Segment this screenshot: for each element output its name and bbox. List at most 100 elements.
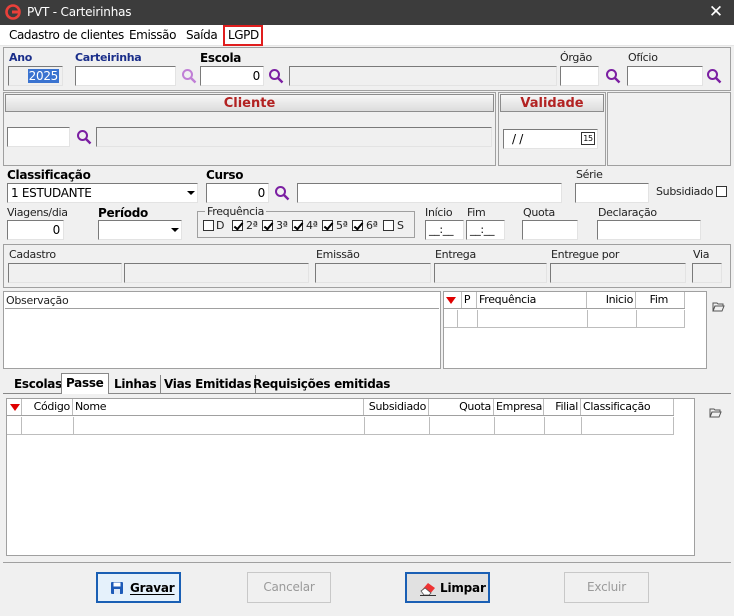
entrega-label: Entrega [435,248,476,261]
observacao-label: Observação [6,294,69,307]
freq-s-label: S [397,219,404,232]
photo-panel [607,92,731,166]
calendar-icon[interactable]: 15 [581,132,595,145]
oficio-field[interactable] [627,66,703,86]
gravar-button[interactable]: Gravar [96,572,181,603]
freq-3-checkbox[interactable] [262,220,273,231]
passe-col-codigo[interactable]: Código [21,399,73,415]
limpar-button[interactable]: Limpar [405,572,490,603]
orgao-label: Órgão [560,51,592,64]
carteirinha-field[interactable] [75,66,176,86]
carteirinha-label: Carteirinha [75,51,142,64]
observacao-textarea[interactable] [5,308,439,367]
periodo-select[interactable] [98,220,182,240]
escola-code-field[interactable]: 0 [200,66,264,86]
subsidiado-label: Subsidiado [656,185,714,198]
entregue-por-field [550,263,686,283]
cancelar-button[interactable]: Cancelar [247,572,331,603]
passe-col-subsidiado[interactable]: Subsidiado [364,399,429,415]
menu-emissao[interactable]: Emissão [129,28,176,42]
tab-linhas[interactable]: Linhas [110,375,162,394]
cancelar-label: Cancelar [263,580,315,594]
folder-open-icon[interactable] [712,301,725,312]
ano-field[interactable]: 2025 [8,66,63,86]
window-title: PVT - Carteirinhas [27,5,132,19]
save-icon [111,582,123,594]
inicio-field[interactable]: __:__ [425,220,464,240]
ano-label: Ano [9,51,33,64]
freq-2-checkbox[interactable] [232,220,243,231]
freq-grid-header: P Frequência Inicio Fim [444,292,685,309]
passe-col-nome[interactable]: Nome [73,399,364,415]
ano-value: 2025 [27,69,59,83]
via-field [692,263,722,283]
tab-vias-emitidas[interactable]: Vias Emitidas [160,375,257,394]
quota-field[interactable] [522,220,578,240]
curso-code-field[interactable]: 0 [206,183,269,203]
classificacao-label: Classificação [7,168,91,182]
freq-s-checkbox[interactable] [383,220,394,231]
cliente-code-field[interactable] [7,127,70,147]
emissao-label: Emissão [316,248,360,261]
freq-col-inicio[interactable]: Inicio [587,292,636,308]
sort-indicator-icon [446,297,456,304]
oficio-search-icon[interactable] [706,68,722,84]
entregue-por-label: Entregue por [551,248,620,261]
carteirinha-search-icon[interactable] [181,68,197,84]
cliente-search-icon[interactable] [76,129,92,145]
menu-saida[interactable]: Saída [186,28,218,42]
freq-5-checkbox[interactable] [322,220,333,231]
tab-passe[interactable]: Passe [61,373,109,394]
folder-open-icon[interactable] [709,407,722,418]
menu-cadastro-de-clientes[interactable]: Cadastro de clientes [9,28,124,42]
limpar-label: Limpar [440,581,486,595]
sort-indicator-icon [10,404,20,411]
frequencia-label: Frequência [205,205,267,218]
tab-requisicoes-emitidas[interactable]: Requisições emitidas [249,375,394,394]
serie-field[interactable] [575,183,649,203]
table-row[interactable] [444,310,685,328]
cliente-header: Cliente [5,94,494,112]
quota-label: Quota [523,206,555,219]
freq-col-fim[interactable]: Fim [636,292,685,308]
declaracao-label: Declaração [598,206,657,219]
escola-name-field [289,66,557,86]
escola-search-icon[interactable] [268,68,284,84]
fim-field[interactable]: __:__ [466,220,505,240]
passe-col-classificacao[interactable]: Classificação [581,399,674,415]
freq-col-frequencia[interactable]: Frequência [477,292,587,308]
passe-col-empresa[interactable]: Empresa [494,399,544,415]
escola-label: Escola [200,51,242,65]
orgao-search-icon[interactable] [605,68,621,84]
freq-6-checkbox[interactable] [352,220,363,231]
freq-col-p[interactable]: P [458,292,477,308]
excluir-button[interactable]: Excluir [564,572,649,603]
freq-d-checkbox[interactable] [203,220,214,231]
fim-label: Fim [467,206,486,219]
eraser-icon [420,583,436,596]
close-icon[interactable]: ✕ [704,2,728,22]
viagens-field[interactable]: 0 [7,220,64,240]
orgao-field[interactable] [560,66,599,86]
freq-2-label: 2ª [246,219,258,232]
emissao-field [315,263,431,283]
subsidiado-checkbox[interactable] [716,186,727,197]
classificacao-select[interactable]: 1 ESTUDANTE [7,183,198,203]
tab-escolas[interactable]: Escolas [10,375,67,394]
declaracao-field[interactable] [597,220,701,240]
freq-6-label: 6ª [366,219,378,232]
curso-search-icon[interactable] [274,185,290,201]
periodo-label: Período [98,206,148,220]
chevron-down-icon [171,228,179,232]
freq-4-checkbox[interactable] [292,220,303,231]
passe-col-quota[interactable]: Quota [429,399,494,415]
cliente-name-field [96,127,492,147]
table-row[interactable] [7,417,674,435]
menu-lgpd[interactable]: LGPD [223,25,263,46]
passe-col-filial[interactable]: Filial [544,399,581,415]
app-logo-icon [5,4,21,20]
excluir-label: Excluir [587,580,626,594]
curso-label: Curso [206,168,244,182]
validade-date-field[interactable]: / / 15 [503,129,598,149]
classificacao-value: 1 ESTUDANTE [11,186,92,200]
